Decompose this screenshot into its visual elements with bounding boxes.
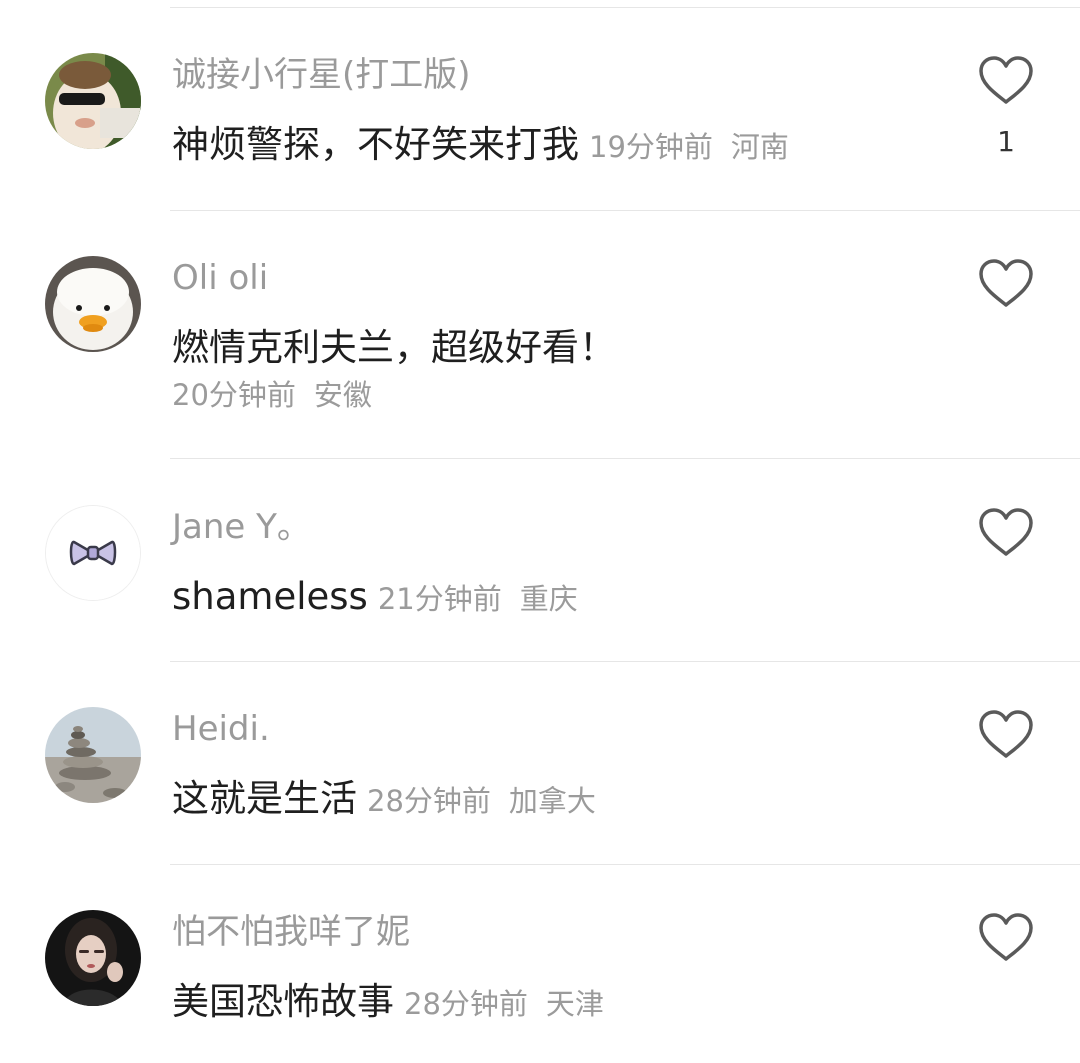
- comment-text: 燃情克利夫兰，超级好看！: [172, 326, 616, 369]
- comment-meta: 20分钟前 安徽: [172, 381, 372, 410]
- comment-username[interactable]: Oli oli: [172, 261, 268, 295]
- comment-meta: 28分钟前 天津: [404, 987, 604, 1021]
- comment-text: 神烦警探，不好笑来打我: [172, 123, 579, 166]
- comment-username[interactable]: Heidi.: [172, 712, 270, 746]
- avatar[interactable]: [45, 505, 141, 601]
- divider: [170, 864, 1080, 865]
- bow-avatar-icon: [46, 506, 140, 600]
- like-count: 1: [997, 125, 1015, 158]
- sunglasses-kid-avatar-icon: [45, 53, 141, 149]
- comment-username[interactable]: 怕不怕我咩了妮: [172, 915, 410, 949]
- comment-body: 神烦警探，不好笑来打我 19分钟前 河南: [172, 126, 789, 163]
- heart-icon[interactable]: [978, 710, 1034, 760]
- comment-time: 19分钟前: [589, 130, 713, 164]
- avatar[interactable]: [45, 910, 141, 1006]
- stacked-stones-avatar-icon: [45, 707, 141, 803]
- divider: [170, 210, 1080, 211]
- comment-location: 天津: [545, 987, 604, 1021]
- comment-text: 美国恐怖故事: [172, 980, 394, 1023]
- comment-username[interactable]: 诚接小行星(打工版): [172, 58, 471, 92]
- divider: [170, 661, 1080, 662]
- girl-portrait-avatar-icon: [45, 910, 141, 1006]
- comment-meta: 19分钟前 河南: [589, 130, 789, 164]
- comment-meta: 28分钟前 加拿大: [367, 784, 596, 818]
- comment-body: 燃情克利夫兰，超级好看！: [172, 329, 616, 366]
- divider: [170, 458, 1080, 459]
- divider: [170, 7, 1080, 8]
- heart-icon[interactable]: [978, 259, 1034, 309]
- comment-location: 河南: [730, 130, 789, 164]
- heart-icon[interactable]: [978, 913, 1034, 963]
- comment-body: 这就是生活 28分钟前 加拿大: [172, 780, 596, 817]
- comment-time: 21分钟前: [377, 582, 502, 616]
- comment-body: shameless 21分钟前 重庆: [172, 578, 578, 615]
- heart-icon[interactable]: [978, 508, 1034, 558]
- comment-time: 20分钟前: [172, 378, 296, 412]
- comment-location: 重庆: [519, 582, 578, 616]
- comment-time: 28分钟前: [367, 784, 491, 818]
- fluffy-duck-avatar-icon: [45, 256, 141, 352]
- comment-location: 加拿大: [508, 784, 596, 818]
- comment-text: 这就是生活: [172, 777, 357, 820]
- comment-text: shameless: [172, 575, 368, 618]
- comment-location: 安徽: [313, 378, 372, 412]
- avatar[interactable]: [45, 256, 141, 352]
- comment-time: 28分钟前: [404, 987, 528, 1021]
- avatar[interactable]: [45, 707, 141, 803]
- heart-icon[interactable]: [978, 56, 1034, 106]
- comment-body: 美国恐怖故事 28分钟前 天津: [172, 983, 604, 1020]
- comment-username[interactable]: Jane Y。: [172, 510, 311, 544]
- comment-meta: 21分钟前 重庆: [378, 582, 578, 616]
- avatar[interactable]: [45, 53, 141, 149]
